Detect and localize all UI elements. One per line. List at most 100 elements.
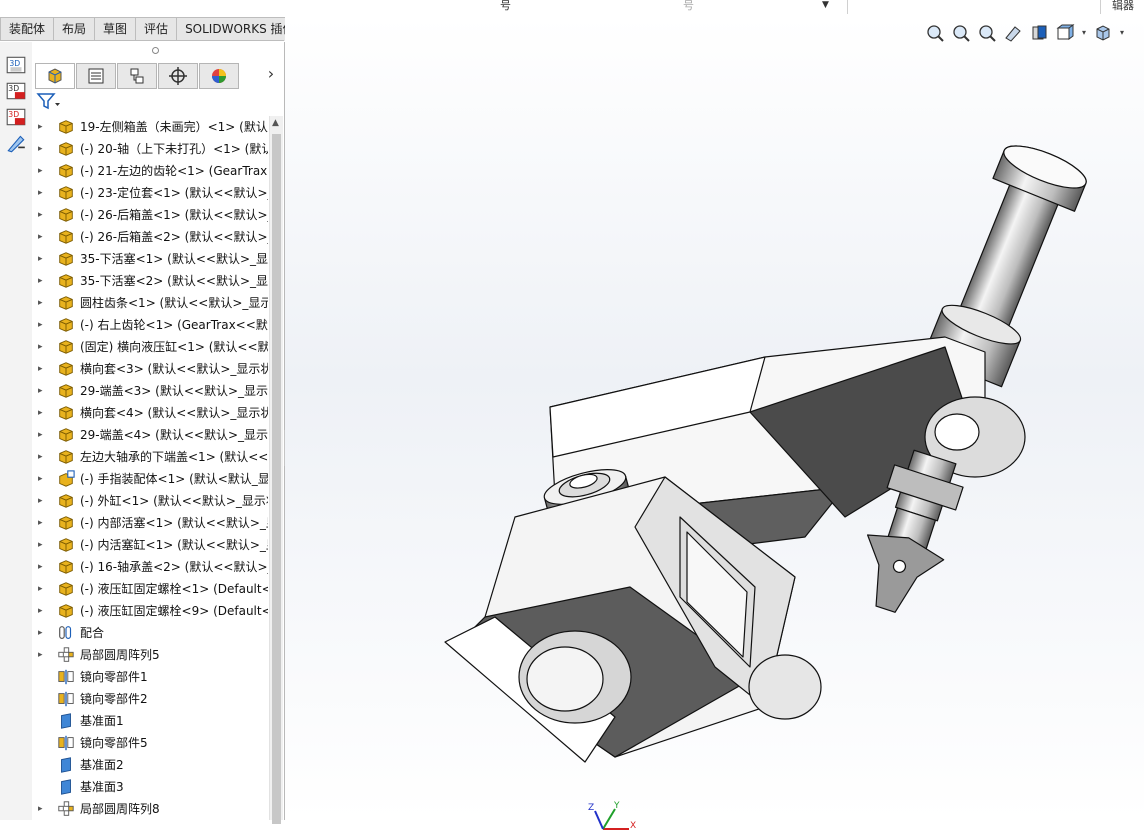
tree-item-label: (-) 液压缸固定螺栓<9> (Default<- <box>80 604 268 618</box>
tree-item[interactable]: ▸ (-) 21-左边的齿轮<1> (GearTrax< <box>32 160 268 182</box>
tab-divider <box>0 40 284 41</box>
expand-arrow-icon[interactable]: ▸ <box>38 605 46 617</box>
expand-arrow-icon[interactable]: ▸ <box>38 803 46 815</box>
expand-arrow-icon[interactable]: ▸ <box>38 253 46 265</box>
expand-arrow-icon[interactable]: ▸ <box>38 363 46 375</box>
tab-3[interactable]: 评估 <box>135 17 178 40</box>
expand-arrow-icon[interactable]: ▸ <box>38 451 46 463</box>
tree-item[interactable]: 基准面1 <box>32 710 268 732</box>
part-icon <box>56 602 76 620</box>
tree-item[interactable]: ▸ (-) 液压缸固定螺栓<1> (Default<- <box>32 578 268 600</box>
tree-item[interactable]: ▸ 29-端盖<4> (默认<<默认>_显示状 <box>32 424 268 446</box>
tree-item[interactable]: ▸ 35-下活塞<1> (默认<<默认>_显示 <box>32 248 268 270</box>
tree-scrollbar[interactable]: ▲ <box>269 116 283 824</box>
3d-pdf-export-icon[interactable]: 3D <box>5 106 27 128</box>
expand-arrow-icon[interactable]: ▸ <box>38 341 46 353</box>
expand-arrow-icon[interactable]: ▸ <box>38 517 46 529</box>
3d-pdf-icon[interactable]: 3D <box>5 80 27 102</box>
tree-item[interactable]: 镜向零部件5 <box>32 732 268 754</box>
display-manager-icon[interactable] <box>199 63 239 89</box>
tab-2[interactable]: 草图 <box>94 17 137 40</box>
tree-item[interactable]: ▸ 29-端盖<3> (默认<<默认>_显示状 <box>32 380 268 402</box>
filter-button[interactable] <box>35 91 275 113</box>
tree-item[interactable]: ▸ 左边大轴承的下端盖<1> (默认<<默 <box>32 446 268 468</box>
chevron-down-icon[interactable]: ▾ <box>1118 22 1126 44</box>
scrollbar-thumb[interactable] <box>272 134 281 824</box>
property-manager-icon[interactable] <box>76 63 116 89</box>
expand-arrow-icon[interactable]: ▸ <box>38 297 46 309</box>
expand-arrow-icon[interactable]: ▸ <box>38 473 46 485</box>
scroll-up-icon[interactable]: ▲ <box>272 118 279 128</box>
expand-arrow-icon[interactable]: ▸ <box>38 627 46 639</box>
tree-item[interactable]: ▸ (-) 20-轴（上下未打孔）<1> (默认 <box>32 138 268 160</box>
tree-item[interactable]: ▸ 圆柱齿条<1> (默认<<默认>_显示 <box>32 292 268 314</box>
expand-arrow-icon[interactable]: ▸ <box>38 121 46 133</box>
section-view-icon[interactable] <box>1002 22 1024 44</box>
tree-item[interactable]: 基准面2 <box>32 754 268 776</box>
expand-arrow-icon[interactable]: ▸ <box>38 165 46 177</box>
expand-arrow-icon[interactable]: ▸ <box>38 319 46 331</box>
tree-item[interactable]: ▸ (-) 外缸<1> (默认<<默认>_显示状 <box>32 490 268 512</box>
previous-view-icon[interactable] <box>976 22 998 44</box>
tree-item[interactable]: ▸ (-) 16-轴承盖<2> (默认<<默认>_显 <box>32 556 268 578</box>
tree-item[interactable]: ▸ 局部圆周阵列5 <box>32 644 268 666</box>
tree-item[interactable]: ▸ (-) 液压缸固定螺栓<9> (Default<- <box>32 600 268 622</box>
tree-item[interactable]: ▸ 横向套<3> (默认<<默认>_显示状 <box>32 358 268 380</box>
chevron-down-icon[interactable]: ▾ <box>1080 22 1088 44</box>
3d-view-icon[interactable]: 3D <box>5 54 27 76</box>
zoom-to-fit-icon[interactable] <box>924 22 946 44</box>
dynamic-annotation-icon[interactable] <box>1028 22 1050 44</box>
expand-arrow-icon[interactable]: ▸ <box>38 495 46 507</box>
tree-item[interactable]: ▸ (固定) 横向液压缸<1> (默认<<默认 <box>32 336 268 358</box>
tree-item[interactable]: ▸ 局部圆周阵列8 <box>32 798 268 820</box>
expand-arrow-icon[interactable]: ▸ <box>38 275 46 287</box>
expand-arrow-icon[interactable]: ▸ <box>38 143 46 155</box>
tree-item[interactable]: ▸ (-) 26-后箱盖<1> (默认<<默认>_显 <box>32 204 268 226</box>
chevron-down-icon[interactable]: ▼ <box>822 0 829 10</box>
tree-item[interactable]: 镜向零部件2 <box>32 688 268 710</box>
tree-item[interactable]: ▸ (-) 右上齿轮<1> (GearTrax<<默认 <box>32 314 268 336</box>
expand-arrow-icon[interactable]: ▸ <box>38 187 46 199</box>
dimxpert-icon[interactable] <box>158 63 198 89</box>
tree-item[interactable]: 镜向零部件1 <box>32 666 268 688</box>
expand-arrow-icon[interactable]: ▸ <box>38 649 46 661</box>
zoom-to-area-icon[interactable] <box>950 22 972 44</box>
configuration-manager-icon[interactable] <box>117 63 157 89</box>
tree-item[interactable]: 基准面3 <box>32 776 268 798</box>
view-orientation-icon[interactable] <box>1054 22 1076 44</box>
chevron-right-icon[interactable]: › <box>264 64 278 86</box>
tree-item-label: 圆柱齿条<1> (默认<<默认>_显示 <box>80 296 268 310</box>
expand-arrow-icon[interactable]: ▸ <box>38 561 46 573</box>
tree-item[interactable]: ▸ (-) 内部活塞<1> (默认<<默认>_显 <box>32 512 268 534</box>
splitter-dot[interactable] <box>152 47 159 54</box>
tree-item[interactable]: ▸ 配合 <box>32 622 268 644</box>
tree-item[interactable]: ▸ (-) 23-定位套<1> (默认<<默认>_显 <box>32 182 268 204</box>
tree-item[interactable]: ▸ (-) 内活塞缸<1> (默认<<默认>_显 <box>32 534 268 556</box>
feature-manager-icon[interactable] <box>35 63 75 89</box>
tree-item[interactable]: ▸ (-) 手指装配体<1> (默认<默认_显示 <box>32 468 268 490</box>
tree-item[interactable]: ▸ 19-左侧箱盖（未画完）<1> (默认< <box>32 116 268 138</box>
part-icon <box>56 536 76 554</box>
plane-icon <box>56 778 76 796</box>
expand-arrow-icon[interactable]: ▸ <box>38 231 46 243</box>
triad-x-label: X <box>630 821 637 831</box>
display-style-icon[interactable] <box>1092 22 1114 44</box>
expand-arrow-icon[interactable]: ▸ <box>38 407 46 419</box>
part-icon <box>56 140 76 158</box>
drawing-tools-icon[interactable] <box>5 132 27 154</box>
expand-arrow-icon[interactable]: ▸ <box>38 429 46 441</box>
tree-item[interactable]: ▸ (-) 26-后箱盖<2> (默认<<默认>_显 <box>32 226 268 248</box>
part-icon <box>56 250 76 268</box>
expand-arrow-icon[interactable]: ▸ <box>38 209 46 221</box>
expand-arrow-icon[interactable]: ▸ <box>38 583 46 595</box>
tree-item[interactable]: ▸ 横向套<4> (默认<<默认>_显示状 <box>32 402 268 424</box>
expand-arrow-icon[interactable]: ▸ <box>38 539 46 551</box>
part-icon <box>56 404 76 422</box>
tab-0[interactable]: 装配体 <box>0 17 55 40</box>
expand-arrow-icon[interactable]: ▸ <box>38 385 46 397</box>
tree-item[interactable]: ▸ 35-下活塞<2> (默认<<默认>_显示 <box>32 270 268 292</box>
tree-item-label: 29-端盖<3> (默认<<默认>_显示状 <box>80 384 268 398</box>
tree-item-label: (-) 21-左边的齿轮<1> (GearTrax< <box>80 164 268 178</box>
graphics-viewport[interactable]: X Y Z <box>285 17 1144 831</box>
tab-1[interactable]: 布局 <box>53 17 96 40</box>
